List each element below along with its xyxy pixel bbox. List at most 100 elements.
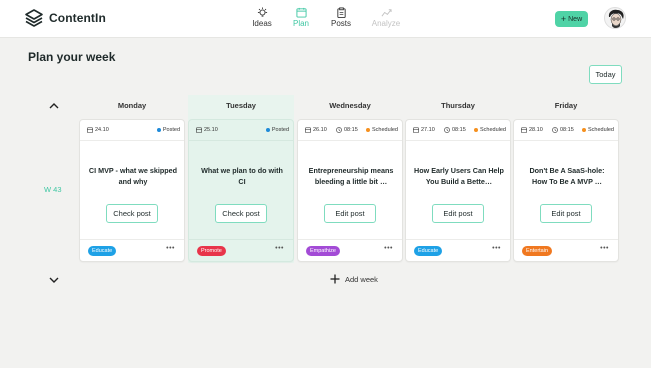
today-button[interactable]: Today [589, 65, 622, 84]
post-card[interactable]: 28.10 08:15 Scheduled Don't Be A SaaS-ho… [513, 119, 619, 262]
status-dot [582, 128, 586, 132]
clipboard-icon [336, 7, 346, 18]
card-footer: Educate ••• [80, 239, 184, 263]
nav-analyze-label: Analyze [371, 19, 401, 28]
card-header: 25.10 Posted [189, 120, 293, 141]
day-header-wednesday: Wednesday [329, 101, 371, 110]
card-date-text: 27.10 [421, 127, 435, 133]
status-text: Posted [271, 127, 289, 133]
post-card[interactable]: 24.10 Posted CI MVP - what we skipped an… [79, 119, 185, 262]
card-time: 08:15 [336, 127, 358, 133]
status-badge: Posted [156, 127, 180, 133]
card-title[interactable]: CI MVP - what we skipped and why [88, 165, 178, 187]
top-bar: ContentIn Ideas Plan Posts Analyze + New [0, 0, 651, 38]
card-date-text: 25.10 [204, 127, 218, 133]
week-label: W 43 [44, 185, 62, 194]
more-options-icon[interactable]: ••• [600, 245, 609, 252]
category-tag[interactable]: Educate [414, 246, 443, 256]
nav-ideas[interactable]: Ideas [242, 7, 282, 28]
plus-icon [330, 274, 340, 284]
calendar-icon [87, 127, 93, 133]
logo-icon [25, 9, 43, 27]
nav-posts[interactable]: Posts [321, 7, 361, 28]
category-tag[interactable]: Entertain [522, 246, 553, 256]
add-week-label: Add week [345, 274, 378, 284]
status-dot [366, 128, 370, 132]
bulb-icon [257, 7, 267, 17]
status-badge: Scheduled [366, 127, 398, 133]
post-card[interactable]: 26.10 08:15 Scheduled Entrepreneurship m… [297, 119, 403, 262]
status-text: Posted [162, 127, 180, 133]
day-header-tuesday: Tuesday [226, 101, 256, 110]
category-tag[interactable]: Promote [197, 246, 226, 256]
clock-icon [336, 127, 342, 133]
page-title: Plan your week [28, 50, 116, 64]
category-tag[interactable]: Empathize [306, 246, 340, 256]
check-post-button[interactable]: Check post [215, 204, 267, 223]
clock-icon [552, 127, 558, 133]
avatar[interactable] [604, 7, 626, 29]
more-options-icon[interactable]: ••• [384, 245, 393, 252]
category-tag[interactable]: Educate [88, 246, 117, 256]
new-button-label: New [568, 15, 583, 23]
status-badge: Scheduled [582, 127, 614, 133]
card-header: 27.10 08:15 Scheduled [406, 120, 510, 141]
status-dot [265, 128, 270, 132]
card-title[interactable]: How Early Users Can Help You Build a Bet… [414, 165, 504, 187]
status-dot [474, 128, 478, 132]
new-button[interactable]: + New [555, 11, 588, 27]
calendar-icon [305, 127, 311, 133]
plus-icon: + [560, 13, 567, 24]
card-time-text: 08:15 [560, 127, 574, 133]
card-title[interactable]: Entrepreneurship means bleeding a little… [306, 165, 396, 187]
day-header-monday: Monday [117, 101, 147, 110]
card-title[interactable]: What we plan to do with CI [197, 165, 287, 187]
card-footer: Promote ••• [189, 239, 293, 263]
card-date-text: 28.10 [529, 127, 543, 133]
card-footer: Empathize ••• [298, 239, 402, 263]
add-week-button[interactable]: Add week [330, 274, 378, 284]
card-date: 28.10 [521, 127, 543, 133]
card-footer: Entertain ••• [514, 239, 618, 263]
nav-analyze[interactable]: Analyze [366, 7, 406, 28]
status-text: Scheduled [588, 127, 614, 133]
card-date: 24.10 [87, 127, 109, 133]
check-post-button[interactable]: Check post [106, 204, 158, 223]
calendar-icon [521, 127, 527, 133]
card-date-text: 26.10 [313, 127, 327, 133]
nav-posts-label: Posts [330, 19, 351, 28]
status-dot [156, 128, 161, 132]
edit-post-button[interactable]: Edit post [540, 204, 592, 223]
card-footer: Educate ••• [406, 239, 510, 263]
day-header-thursday: Thursday [441, 101, 475, 110]
card-date: 25.10 [196, 127, 218, 133]
nav-plan-label: Plan [292, 19, 309, 28]
card-time: 08:15 [552, 127, 574, 133]
chevron-up-icon[interactable] [48, 101, 60, 111]
post-card[interactable]: 27.10 08:15 Scheduled How Early Users Ca… [405, 119, 511, 262]
calendar-icon [295, 7, 307, 18]
card-date: 27.10 [413, 127, 435, 133]
more-options-icon[interactable]: ••• [492, 245, 501, 252]
chevron-down-icon[interactable] [48, 275, 60, 285]
card-time: 08:15 [444, 127, 466, 133]
more-options-icon[interactable]: ••• [275, 245, 284, 252]
edit-post-button[interactable]: Edit post [324, 204, 376, 223]
status-badge: Posted [265, 127, 289, 133]
card-title[interactable]: Don't Be A SaaS-hole: How To Be A MVP … [522, 165, 612, 187]
post-card[interactable]: 25.10 Posted What we plan to do with CI … [188, 119, 294, 262]
more-options-icon[interactable]: ••• [166, 245, 175, 252]
status-text: Scheduled [480, 127, 506, 133]
card-time-text: 08:15 [452, 127, 466, 133]
nav-plan[interactable]: Plan [281, 7, 321, 28]
status-badge: Scheduled [474, 127, 506, 133]
edit-post-button[interactable]: Edit post [432, 204, 484, 223]
chart-icon [381, 9, 392, 17]
app-logo[interactable]: ContentIn [24, 8, 106, 28]
card-date: 26.10 [305, 127, 327, 133]
card-header: 24.10 Posted [80, 120, 184, 141]
card-header: 26.10 08:15 Scheduled [298, 120, 402, 141]
card-header: 28.10 08:15 Scheduled [514, 120, 618, 141]
card-time-text: 08:15 [344, 127, 358, 133]
status-text: Scheduled [372, 127, 398, 133]
